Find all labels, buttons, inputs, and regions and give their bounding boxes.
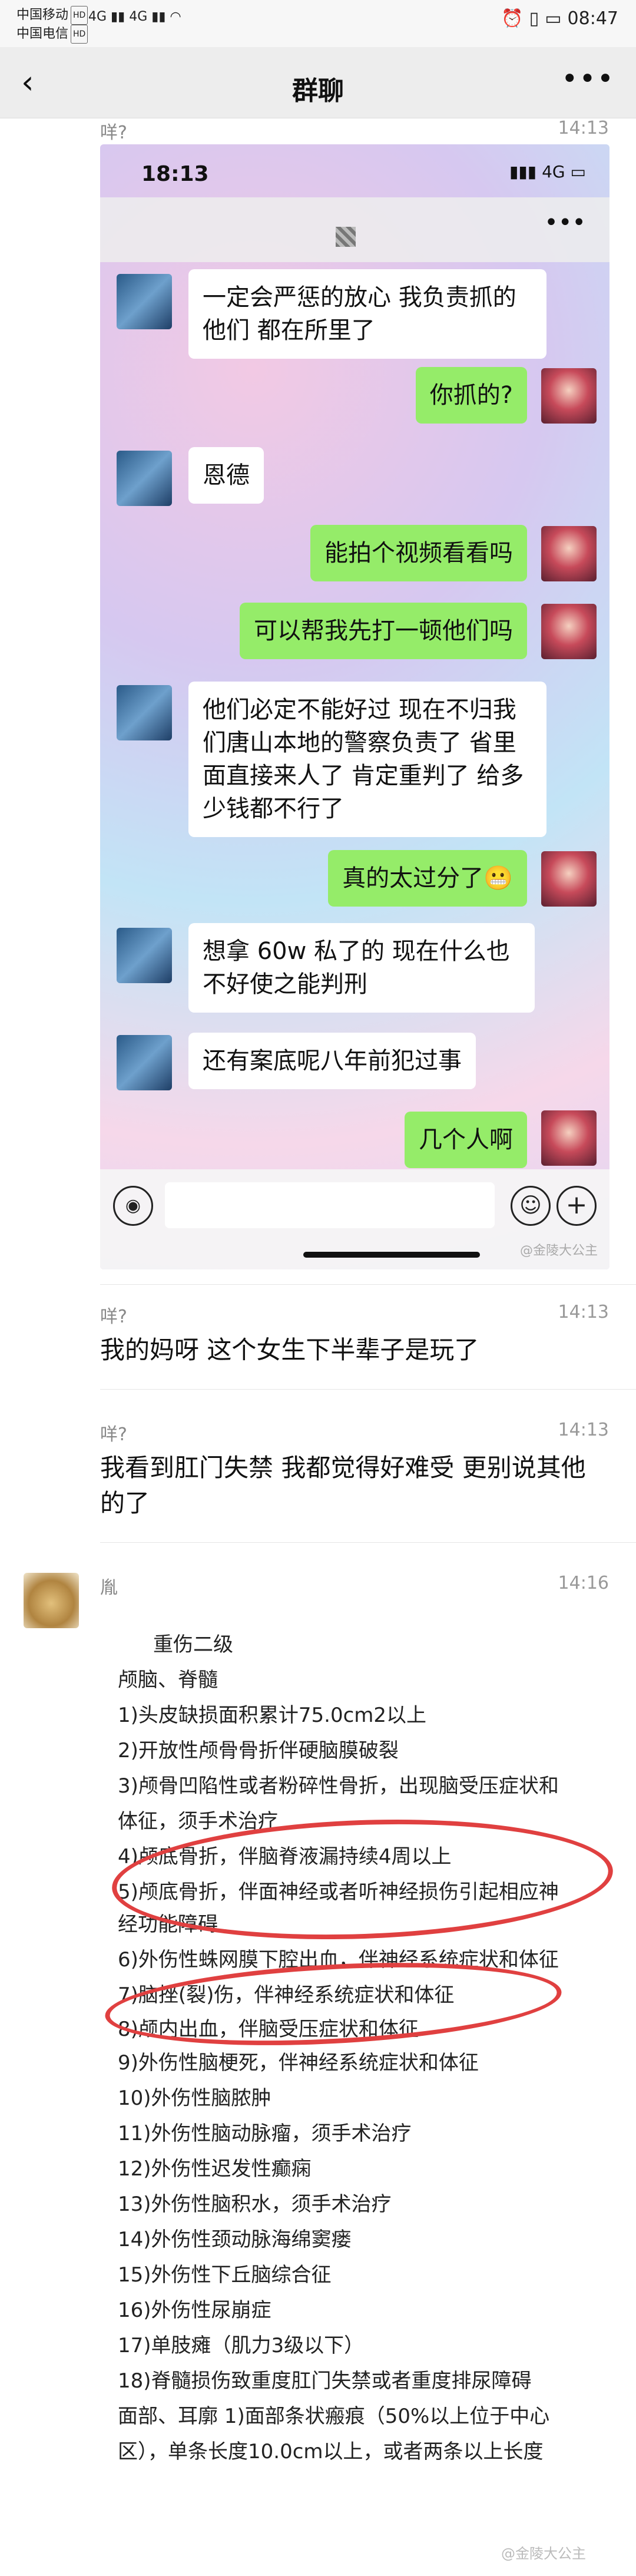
contact-avatar <box>117 928 172 983</box>
chat-bubble-right: 可以帮我先打一顿他们吗 <box>240 603 527 659</box>
carrier-1: 中国移动 <box>16 8 69 22</box>
doc-line: 2)开放性颅骨骨折伴硬脑膜破裂 <box>118 1739 399 1762</box>
sender-name: 咩? <box>100 123 127 143</box>
chat-header: ‹ 群聊 ••• <box>0 47 636 118</box>
wifi-icon: ◠ <box>170 9 181 24</box>
message-time: 14:13 <box>558 118 609 138</box>
chat-bubble-right: 真的太过分了😬 <box>328 850 527 907</box>
self-avatar <box>541 368 597 424</box>
battery-icon: ▭ <box>545 8 562 29</box>
home-indicator <box>303 1252 480 1258</box>
screenshot-time: 18:13 <box>141 162 209 186</box>
contact-avatar <box>117 685 172 740</box>
self-avatar <box>541 851 597 907</box>
doc-line: 15)外伤性下丘脑综合征 <box>118 2263 332 2287</box>
plus-icon: + <box>556 1186 597 1226</box>
chat-bubble-right: 能拍个视频看看吗 <box>310 525 527 581</box>
avatar[interactable] <box>24 1573 79 1628</box>
more-button[interactable]: ••• <box>561 62 615 95</box>
message-divider <box>100 1389 636 1390</box>
watermark: @金陵大公主 <box>519 1244 598 1258</box>
carrier-info: 中国移动 HD 中国电信 HD <box>16 6 88 44</box>
chat-bubble-left: 还有案底呢八年前犯过事 <box>188 1033 476 1089</box>
clock-time: 08:47 <box>567 8 618 29</box>
chat-bubble-left: 他们必定不能好过 现在不归我们唐山本地的警察负责了 省里面直接来人了 肯定重判了… <box>188 682 546 837</box>
doc-line: 18)脊髓损伤致重度肛门失禁或者重度排尿障碍 <box>118 2369 532 2393</box>
carrier-2: 中国电信 <box>16 27 69 41</box>
message-divider <box>100 1542 636 1543</box>
doc-line: 14)外伤性颈动脉海绵窦瘘 <box>118 2228 352 2251</box>
chat-bubble-left: 一定会严惩的放心 我负责抓的他们 都在所里了 <box>188 269 546 359</box>
doc-line: 区），单条长度10.0cm以上，或者两条以上长度 <box>118 2440 544 2463</box>
chat-bubble-right: 几个人啊 <box>405 1112 527 1168</box>
screenshot-network: 4G <box>542 162 565 181</box>
contact-avatar <box>117 274 172 329</box>
hd-badge: HD <box>71 6 88 25</box>
doc-line: 3)颅骨凹陷性或者粉碎性骨折，出现脑受压症状和 <box>118 1774 559 1798</box>
network-indicators: 4G ▮▮ 4G ▮▮ ◠ <box>88 9 181 24</box>
status-right: ⏰ ▯ ▭ 08:47 <box>495 8 618 29</box>
screenshot-nav: ••• <box>100 197 610 262</box>
self-avatar <box>541 1110 597 1166</box>
chat-bubble-left: 想拿 60w 私了的 现在什么也不好使之能判刑 <box>188 923 535 1013</box>
document-image[interactable]: 重伤二级 颅脑、脊髓 1)头皮缺损面积累计75.0cm2以上 2)开放性颅骨骨折… <box>100 1617 615 2562</box>
chat-title: 群聊 <box>292 76 344 106</box>
hd-badge-2: HD <box>71 25 88 44</box>
message-time: 14:13 <box>558 1302 609 1322</box>
self-avatar <box>541 604 597 659</box>
doc-line: 13)外伤性脑积水，须手术治疗 <box>118 2193 392 2216</box>
watermark: @金陵大公主 <box>501 2545 586 2562</box>
message-text: 我的妈呀 这个女生下半辈子是玩了 <box>100 1335 479 1364</box>
chat-bubble-right: 你抓的? <box>415 367 527 424</box>
blurred-title <box>336 227 356 247</box>
voice-icon: ◉ <box>113 1186 153 1226</box>
more-dots-icon: ••• <box>561 62 615 95</box>
doc-line: 1)头皮缺损面积累计75.0cm2以上 <box>118 1704 427 1727</box>
chat-bubble-left: 恩德 <box>188 447 264 504</box>
network-1: 4G <box>88 9 107 24</box>
screenshot-signal: ▮▮▮ 4G ▭ <box>509 162 586 181</box>
doc-line: 面部、耳廓 1)面部条状瘢痕（50%以上位于中心 <box>118 2405 550 2428</box>
message-time: 14:13 <box>558 1420 609 1440</box>
sender-name: 胤 <box>100 1578 118 1598</box>
contact-avatar <box>117 1035 172 1090</box>
screenshot-status-bar: 18:13 ▮▮▮ 4G ▭ <box>100 144 610 197</box>
contact-avatar <box>117 451 172 506</box>
message-time: 14:16 <box>558 1573 609 1593</box>
doc-line: 11)外伤性脑动脉瘤，须手术治疗 <box>118 2122 412 2145</box>
sender-name: 咩? <box>100 1307 127 1327</box>
doc-line: 16)外伤性尿崩症 <box>118 2299 271 2322</box>
message-text: 我看到肛门失禁 我都觉得好难受 更别说其他的了 <box>100 1453 586 1517</box>
more-dots-icon: ••• <box>544 209 586 236</box>
battery-charging-icon: ▭ <box>570 162 586 181</box>
message-divider <box>100 1284 636 1285</box>
sender-name: 咩? <box>100 1424 127 1445</box>
chat-screenshot-image[interactable]: 18:13 ▮▮▮ 4G ▭ ••• 一定会严惩的放心 我负责抓的他们 都在所里… <box>100 144 610 1269</box>
doc-line: 10)外伤性脑脓肿 <box>118 2086 271 2110</box>
emoji-icon: ☺ <box>511 1186 551 1226</box>
vibrate-icon: ▯ <box>529 8 539 29</box>
doc-line: 17)单肢瘫（肌力3级以下） <box>118 2334 365 2357</box>
status-bar: 中国移动 HD 中国电信 HD 4G ▮▮ 4G ▮▮ ◠ ⏰ ▯ ▭ 08:47 <box>0 0 636 47</box>
doc-line: 9)外伤性脑梗死，伴神经系统症状和体征 <box>118 2051 479 2075</box>
doc-line: 12)外伤性迟发性癫痫 <box>118 2157 312 2181</box>
alarm-icon: ⏰ <box>501 8 524 29</box>
screenshot-text-field <box>165 1182 495 1228</box>
network-2: 4G <box>129 9 148 24</box>
doc-line: 重伤二级 <box>153 1633 233 1656</box>
doc-line: 颅脑、脊髓 <box>118 1668 218 1692</box>
self-avatar <box>541 526 597 581</box>
